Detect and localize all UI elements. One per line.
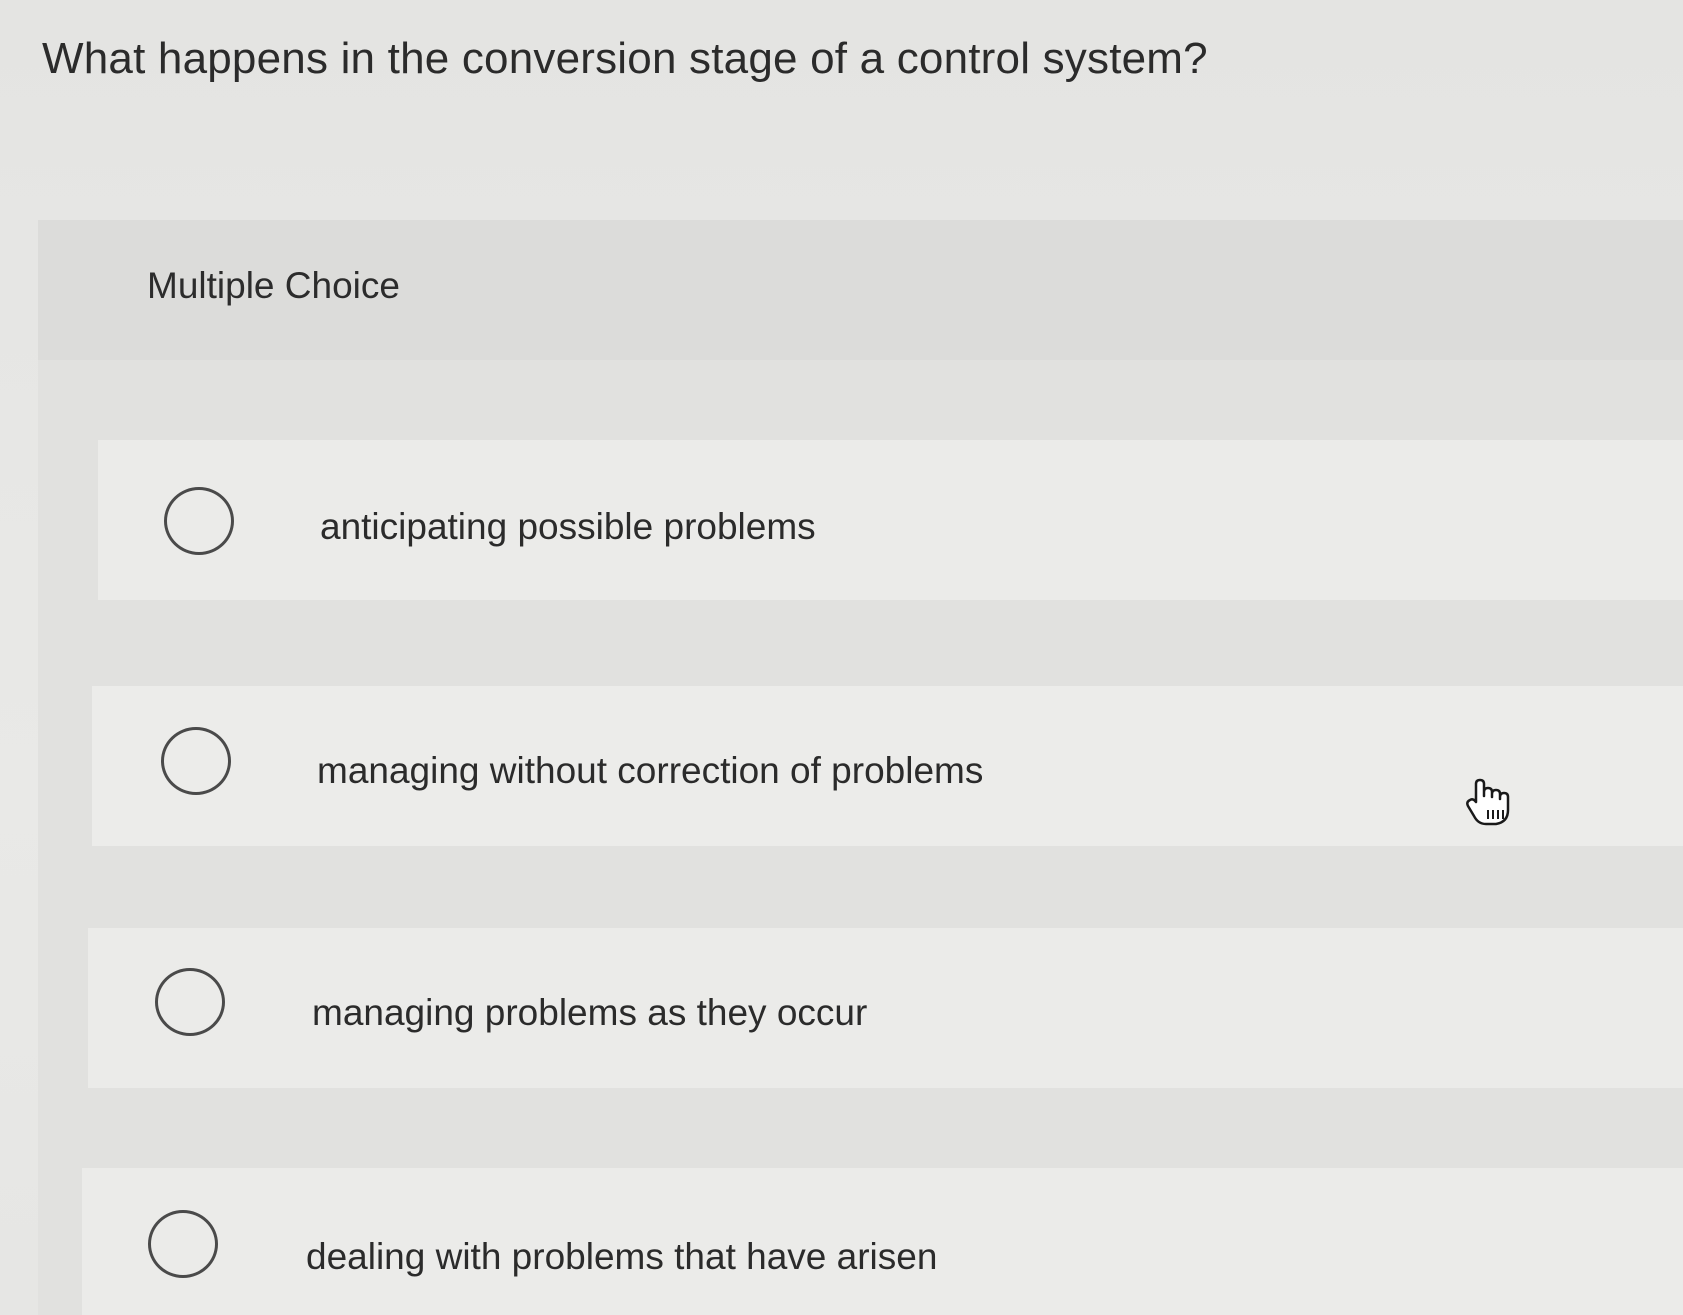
radio-circle-icon[interactable] [164, 487, 234, 555]
multiple-choice-header: Multiple Choice [38, 220, 1683, 360]
choice-option-1-text: anticipating possible problems [320, 506, 816, 547]
question-text: What happens in the conversion stage of … [42, 34, 1208, 83]
multiple-choice-label: Multiple Choice [147, 265, 400, 306]
choice-option-2-text: managing without correction of problems [317, 750, 984, 791]
radio-circle-icon[interactable] [148, 1210, 218, 1278]
choice-option-4-text: dealing with problems that have arisen [306, 1236, 938, 1277]
radio-circle-icon[interactable] [161, 727, 231, 795]
radio-circle-icon[interactable] [155, 968, 225, 1036]
choice-option-3-text: managing problems as they occur [312, 992, 868, 1033]
quiz-page: What happens in the conversion stage of … [0, 0, 1683, 1315]
hand-pointer-icon [1466, 778, 1510, 826]
